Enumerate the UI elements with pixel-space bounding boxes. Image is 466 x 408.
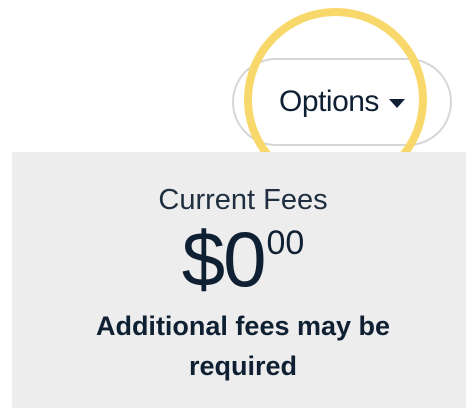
fees-currency: $ xyxy=(181,215,225,303)
fees-amount: $000 xyxy=(0,220,466,298)
fees-note: Additional fees may be required xyxy=(95,311,391,381)
caret-down-icon xyxy=(388,99,405,108)
options-label: Options xyxy=(279,85,379,118)
fees-dollars: 0 xyxy=(223,215,266,303)
options-button[interactable]: Options xyxy=(232,58,452,146)
fees-cents: 00 xyxy=(266,224,305,262)
fees-title: Current Fees xyxy=(158,184,328,216)
